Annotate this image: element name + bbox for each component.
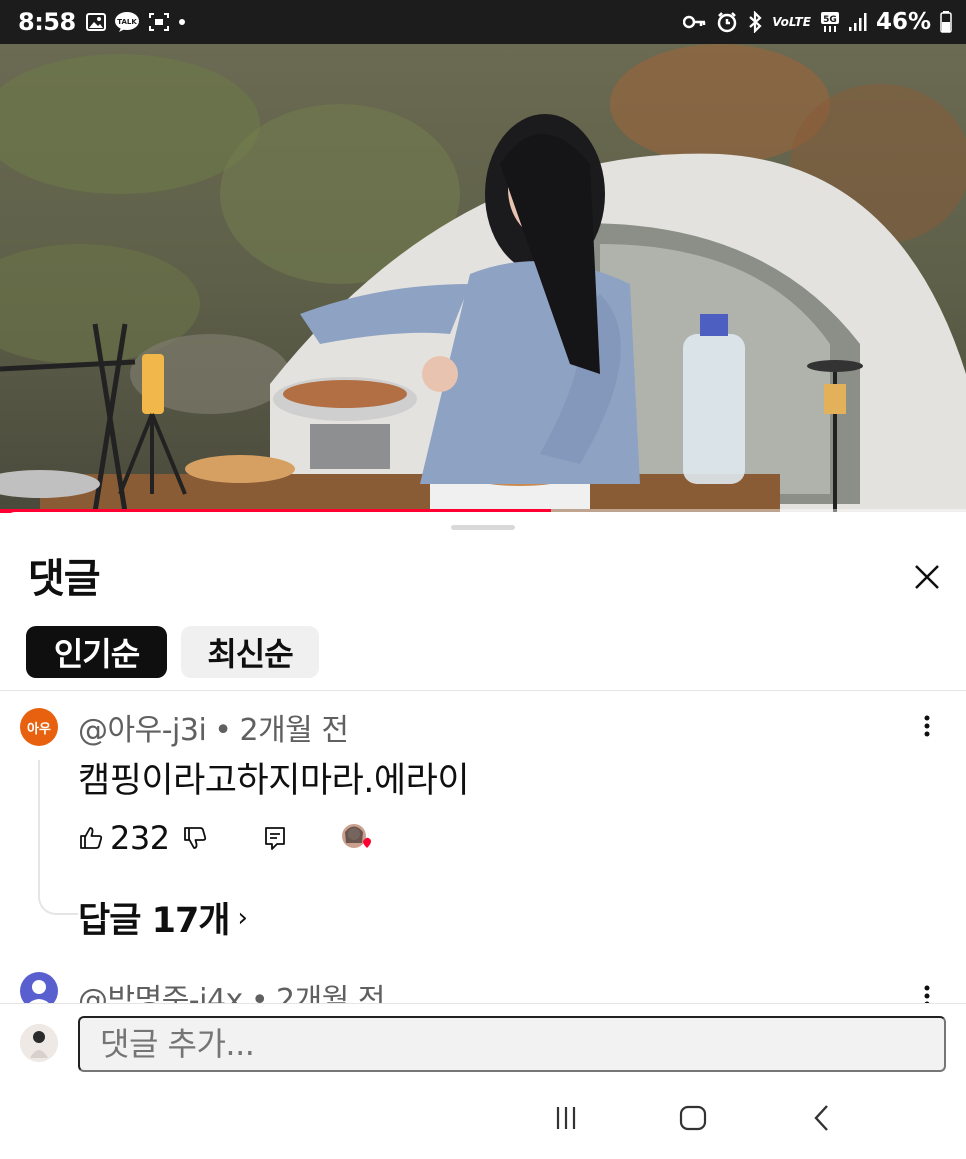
comment-author[interactable]: @아우-j3i [78, 713, 207, 748]
talk-label: TALK [117, 18, 137, 26]
thumbs-up-icon [80, 827, 103, 849]
home-icon [679, 1105, 707, 1131]
kakaotalk-icon: TALK [114, 11, 140, 33]
status-time: 8:58 [18, 8, 76, 36]
back-button[interactable] [797, 1100, 847, 1136]
thread-line [38, 760, 78, 915]
comment-text: 캠핑이라고하지마라.에라이 [78, 761, 470, 801]
reply-button[interactable] [263, 816, 287, 860]
network-label: 5G [823, 15, 837, 25]
key-icon [683, 15, 707, 29]
sort-tab-popular[interactable]: 인기순 [26, 626, 167, 678]
battery-icon [940, 11, 952, 33]
status-system-icons: VoLTE 5G 46% [683, 9, 952, 35]
add-comment-input[interactable] [78, 1016, 946, 1072]
comment-time: 2개월 전 [239, 713, 349, 748]
avatar[interactable]: 아우 [20, 708, 58, 746]
dislike-button[interactable] [182, 816, 208, 860]
signal-icon [848, 12, 867, 32]
creator-heart-icon [342, 824, 371, 848]
battery-percent: 46% [875, 9, 931, 35]
comment-meta: @아우-j3i • 2개월 전 [78, 705, 349, 749]
meta-separator: • [214, 713, 232, 748]
home-button[interactable] [668, 1100, 718, 1136]
thumbs-down-icon [184, 827, 207, 849]
sort-tab-newest[interactable]: 최신순 [181, 626, 319, 678]
like-button[interactable]: 232 [78, 816, 170, 860]
my-avatar [20, 1024, 58, 1062]
avatar-text: 아우 [27, 721, 51, 737]
gallery-icon [85, 13, 106, 31]
dot-icon [178, 18, 186, 26]
bluetooth-icon [747, 11, 763, 33]
drag-handle[interactable] [451, 525, 515, 530]
comment-actions: 232 [78, 816, 398, 860]
view-replies-button[interactable]: 답글 17개 › [78, 892, 248, 943]
add-comment-bar [0, 1003, 966, 1081]
more-vert-icon [924, 715, 930, 737]
video-player[interactable] [0, 44, 966, 512]
close-icon [915, 565, 939, 589]
comment-more-button[interactable] [912, 708, 942, 744]
reply-comment-icon [265, 827, 285, 850]
comments-panel: 댓글 인기순 최신순 아우 @아우-j3i • 2개월 전 캠핑이라고하지마라.에라… [0, 512, 966, 1159]
creator-heart [340, 816, 374, 860]
chevron-right-icon: › [237, 902, 248, 933]
alarm-icon [716, 11, 738, 33]
status-notification-icons: TALK [85, 11, 186, 33]
comments-title: 댓글 [28, 556, 101, 602]
like-count: 232 [110, 819, 170, 857]
screen-record-icon [148, 12, 170, 32]
replies-label: 답글 17개 [78, 901, 230, 941]
divider [0, 690, 966, 691]
user-avatar-image [20, 1024, 58, 1062]
5g-icon: 5G [820, 11, 840, 33]
status-bar: 8:58 TALK VoLTE 5G 46% [0, 0, 966, 44]
close-button[interactable] [904, 554, 950, 600]
back-icon [814, 1105, 828, 1131]
recent-apps-button[interactable] [541, 1100, 591, 1136]
system-nav-bar [0, 1072, 966, 1159]
video-frame [0, 44, 966, 512]
volte-icon: VoLTE [772, 15, 811, 29]
recent-apps-icon [556, 1107, 576, 1129]
